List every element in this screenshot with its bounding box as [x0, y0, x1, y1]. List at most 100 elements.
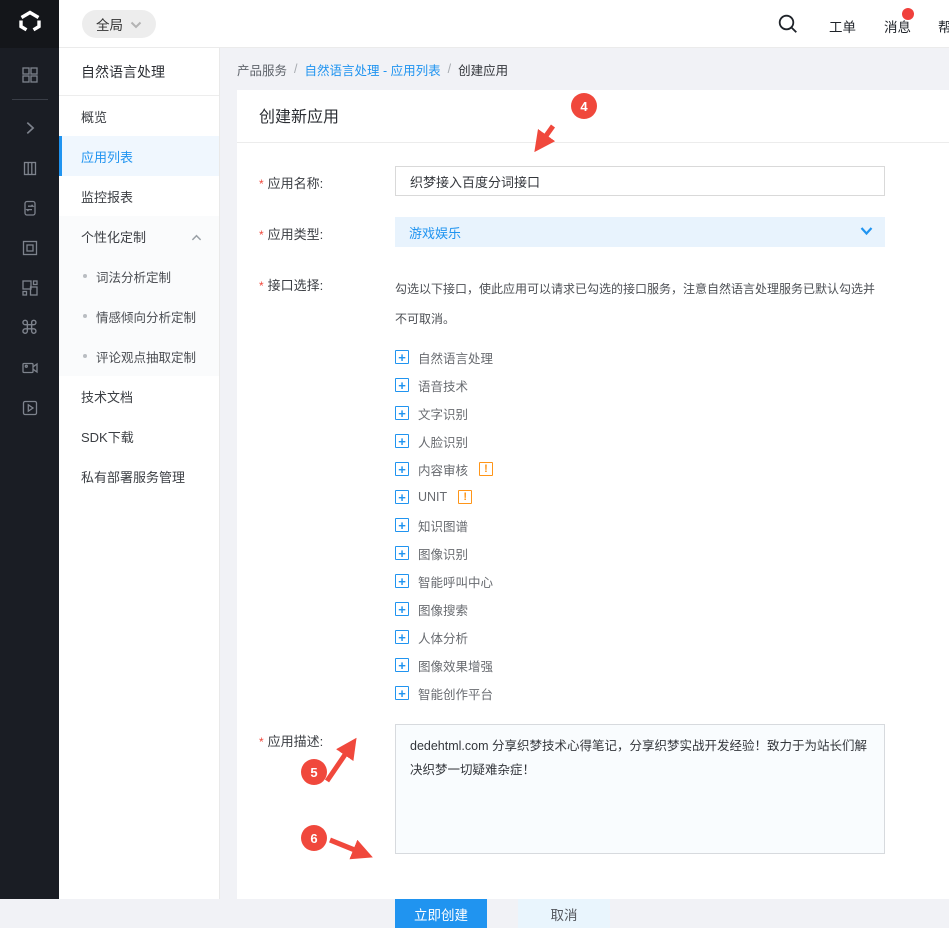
topbar-help-link[interactable]: 帮 — [938, 16, 949, 36]
interface-item-label[interactable]: 智能呼叫中心 — [418, 572, 493, 591]
document-icon[interactable] — [0, 188, 59, 228]
play-square-icon[interactable] — [0, 388, 59, 428]
sidebar-item[interactable]: 个性化定制 — [59, 216, 219, 256]
interface-item-label[interactable]: 自然语言处理 — [418, 348, 493, 367]
interface-tree-item: 知识图谱 — [395, 511, 885, 539]
sidebar-item-label: 私有部署服务管理 — [81, 467, 185, 486]
grid-alt-icon[interactable] — [0, 268, 59, 308]
plus-expand-icon[interactable] — [395, 518, 409, 532]
camera-icon[interactable] — [0, 348, 59, 388]
plus-expand-icon[interactable] — [395, 574, 409, 588]
interface-tree-item: UNIT ! — [395, 483, 885, 511]
baidu-cloud-logo-icon — [15, 7, 45, 42]
sidebar-item[interactable]: 情感倾向分析定制 — [59, 296, 219, 336]
breadcrumb-app-list-link[interactable]: 自然语言处理 - 应用列表 — [305, 60, 441, 79]
sidebar-item[interactable]: 技术文档 — [59, 376, 219, 416]
sidebar-item-label: 评论观点抽取定制 — [96, 347, 196, 366]
bullet-icon — [83, 314, 87, 318]
create-now-button[interactable]: 立即创建 — [395, 899, 487, 928]
interface-tree-item: 内容审核 ! — [395, 455, 885, 483]
plus-expand-icon[interactable] — [395, 686, 409, 700]
sidebar-item[interactable]: 监控报表 — [59, 176, 219, 216]
top-bar: 全局 工单 消息 帮 — [0, 0, 949, 48]
breadcrumb-products[interactable]: 产品服务 — [237, 60, 287, 79]
interface-item-label[interactable]: 图像识别 — [418, 544, 468, 563]
sidebar-item-label: 词法分析定制 — [96, 267, 171, 286]
required-marker: * — [259, 279, 264, 293]
app-name-label: *应用名称: — [259, 166, 395, 192]
plus-expand-icon[interactable] — [395, 350, 409, 364]
app-type-label: *应用类型: — [259, 217, 395, 243]
topbar-ticket-link[interactable]: 工单 — [829, 16, 856, 36]
plus-expand-icon[interactable] — [395, 378, 409, 392]
warning-exclamation-icon: ! — [458, 490, 472, 504]
bullet-icon — [83, 354, 87, 358]
app-desc-textarea[interactable]: dedehtml.com 分享织梦技术心得笔记，分享织梦实战开发经验！致力于为站… — [395, 724, 885, 854]
interface-tree-item: 语音技术 — [395, 371, 885, 399]
frame-icon[interactable] — [0, 228, 59, 268]
sidebar-title: 自然语言处理 — [59, 48, 219, 96]
sidebar-item-label: SDK下载 — [81, 427, 134, 446]
interface-item-label[interactable]: 图像搜索 — [418, 600, 468, 619]
plus-expand-icon[interactable] — [395, 490, 409, 504]
form-actions: 立即创建 取消 — [395, 899, 949, 928]
message-notification-dot — [902, 8, 914, 20]
sidebar-item[interactable]: 词法分析定制 — [59, 256, 219, 296]
interface-item-label[interactable]: 语音技术 — [418, 376, 468, 395]
sidebar-item-label: 技术文档 — [81, 387, 133, 406]
app-type-select[interactable]: 游戏娱乐 — [395, 217, 885, 247]
service-sidebar: 自然语言处理 概览 应用列表 监控报表 个性化定制 — [59, 48, 220, 899]
interface-tree-item: 人体分析 — [395, 623, 885, 651]
create-app-form: *应用名称: *应用类型: 游戏娱乐 — [237, 143, 949, 928]
interface-item-label[interactable]: 人脸识别 — [418, 432, 468, 451]
interface-select-row: *接口选择: 勾选以下接口，使此应用可以请求已勾选的接口服务，注意自然语言处理服… — [259, 274, 949, 707]
interface-tree-item: 文字识别 — [395, 399, 885, 427]
interface-item-label[interactable]: 文字识别 — [418, 404, 468, 423]
create-app-card: 创建新应用 *应用名称: *应用类型: 游戏娱乐 — [237, 90, 949, 899]
interface-item-label[interactable]: UNIT — [418, 490, 447, 504]
interface-tree-item: 图像效果增强 — [395, 651, 885, 679]
region-label: 全局 — [96, 14, 123, 34]
app-name-row: *应用名称: — [259, 166, 949, 196]
plus-expand-icon[interactable] — [395, 658, 409, 672]
plus-expand-icon[interactable] — [395, 546, 409, 560]
interface-item-label[interactable]: 智能创作平台 — [418, 684, 493, 703]
app-type-selected-value: 游戏娱乐 — [409, 223, 461, 242]
plus-expand-icon[interactable] — [395, 434, 409, 448]
sidebar-item[interactable]: SDK下载 — [59, 416, 219, 456]
interface-tree-item: 智能呼叫中心 — [395, 567, 885, 595]
main-content: 产品服务 / 自然语言处理 - 应用列表 / 创建应用 创建新应用 *应用名称:… — [220, 48, 949, 899]
sidebar-item[interactable]: 私有部署服务管理 — [59, 456, 219, 496]
plus-expand-icon[interactable] — [395, 406, 409, 420]
plus-expand-icon[interactable] — [395, 462, 409, 476]
interface-tree-item: 图像搜索 — [395, 595, 885, 623]
interface-tree-item: 图像识别 — [395, 539, 885, 567]
interface-tree-item: 自然语言处理 — [395, 343, 885, 371]
command-icon[interactable]: ⌘ — [0, 308, 59, 348]
breadcrumb-separator: / — [294, 62, 297, 76]
interface-item-label[interactable]: 内容审核 — [418, 460, 468, 479]
sidebar-item[interactable]: 应用列表 — [59, 136, 219, 176]
baidu-cloud-logo[interactable] — [0, 0, 59, 48]
building-icon[interactable] — [0, 148, 59, 188]
sidebar-item-label: 个性化定制 — [81, 227, 146, 246]
sidebar-item[interactable]: 概览 — [59, 96, 219, 136]
interface-item-label[interactable]: 知识图谱 — [418, 516, 468, 535]
interface-tree-item: 人脸识别 — [395, 427, 885, 455]
rail-divider — [12, 99, 48, 100]
warning-exclamation-icon: ! — [479, 462, 493, 476]
interface-select-label: *接口选择: — [259, 274, 395, 294]
dashboard-grid-icon[interactable] — [0, 55, 59, 95]
interface-item-label[interactable]: 人体分析 — [418, 628, 468, 647]
chevron-right-icon[interactable] — [0, 108, 59, 148]
plus-expand-icon[interactable] — [395, 602, 409, 616]
plus-expand-icon[interactable] — [395, 630, 409, 644]
app-name-input[interactable] — [395, 166, 885, 196]
sidebar-item-label: 监控报表 — [81, 187, 133, 206]
region-selector[interactable]: 全局 — [82, 10, 156, 38]
search-icon[interactable] — [776, 12, 800, 36]
cancel-button[interactable]: 取消 — [518, 899, 610, 928]
required-marker: * — [259, 177, 264, 191]
sidebar-item[interactable]: 评论观点抽取定制 — [59, 336, 219, 376]
interface-item-label[interactable]: 图像效果增强 — [418, 656, 493, 675]
